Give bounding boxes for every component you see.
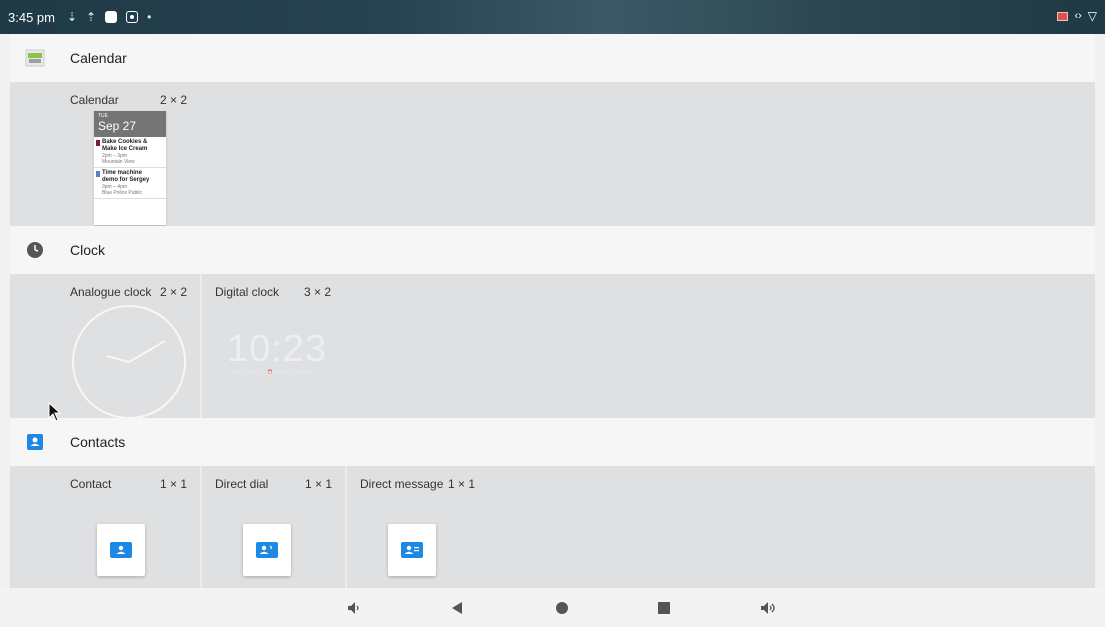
widget-name: Calendar: [70, 93, 119, 107]
upload-icon: ⇡: [86, 10, 97, 24]
widget-size: 1 × 1: [305, 477, 333, 491]
home-button[interactable]: [551, 598, 573, 618]
download-icon: ⇣: [66, 10, 78, 24]
digital-clock-subtext: TUE, MAR 27 ⏰ WED, 8:00 AM: [230, 369, 315, 374]
recents-icon: [658, 602, 670, 614]
widget-size: 2 × 2: [160, 285, 188, 299]
direct-message-widget[interactable]: Direct message 1 × 1: [347, 466, 497, 588]
contacts-section-header: Contacts: [10, 418, 1095, 466]
recents-button[interactable]: [653, 598, 675, 618]
direct-dial-widget[interactable]: Direct dial 1 × 1: [202, 466, 345, 588]
screen-record-icon: [126, 11, 139, 23]
clock-app-icon: [24, 239, 46, 261]
event-color-marker: [96, 171, 100, 177]
more-notifications-icon: •: [147, 10, 152, 24]
contacts-section-title: Contacts: [70, 434, 126, 450]
volume-down-icon: [348, 602, 359, 614]
calendar-widget[interactable]: Calendar 2 × 2 TUE Sep 27 Bake Cookies &…: [10, 82, 200, 226]
app-notification-icon: [105, 11, 118, 23]
clock-section-title: Clock: [70, 242, 106, 258]
direct-dial-widget-preview: [243, 524, 291, 576]
widget-name: Direct message: [360, 477, 444, 491]
mouse-pointer-icon: [48, 402, 62, 422]
calendar-section-header: Calendar: [10, 34, 1095, 82]
widget-size: 1 × 1: [160, 477, 188, 491]
widget-name: Analogue clock: [70, 285, 152, 299]
home-icon: [556, 602, 568, 614]
widget-name: Contact: [70, 477, 112, 491]
contacts-widgets-panel: Contact 1 × 1 Direct dial 1 × 1 Direct m…: [10, 466, 1095, 588]
status-time: 3:45 pm: [8, 9, 55, 25]
status-bar: 3:45 pm ⇣ ⇡ • ‹› ▽: [0, 0, 1105, 34]
cast-icon: [1057, 11, 1069, 21]
widget-size: 1 × 1: [448, 477, 476, 491]
widget-name: Direct dial: [215, 477, 269, 491]
back-icon: [452, 602, 462, 614]
contact-widget[interactable]: Contact 1 × 1: [10, 466, 200, 588]
volume-up-button[interactable]: [758, 598, 780, 618]
clock-widgets-panel: Analogue clock 2 × 2 Digital clock 3 × 2…: [10, 274, 1095, 419]
navigation-bar: [0, 588, 1105, 627]
clock-section-header: Clock: [10, 226, 1095, 274]
preview-date: Sep 27: [98, 119, 137, 133]
volume-up-icon: [761, 602, 775, 614]
volume-down-button[interactable]: [344, 598, 366, 618]
analogue-clock-widget[interactable]: Analogue clock 2 × 2: [10, 274, 200, 419]
direct-message-icon: [401, 542, 423, 558]
preview-event: Time machine demo for Sergey 3pm – 4pm B…: [94, 168, 166, 199]
direct-message-widget-preview: [388, 524, 436, 576]
analogue-clock-preview: [72, 305, 186, 419]
calendar-widgets-panel: Calendar 2 × 2 TUE Sep 27 Bake Cookies &…: [10, 82, 1095, 226]
widget-size: 2 × 2: [160, 93, 188, 107]
contact-card-icon: [110, 542, 132, 558]
calendar-widget-preview: TUE Sep 27 Bake Cookies & Make Ice Cream…: [94, 111, 166, 225]
contacts-app-icon: [24, 431, 46, 453]
calendar-section-title: Calendar: [70, 50, 127, 66]
direct-dial-icon: [256, 542, 278, 558]
calendar-app-icon: [24, 47, 46, 69]
back-button[interactable]: [446, 598, 468, 618]
digital-clock-time: 10:23: [227, 328, 328, 370]
widget-name: Digital clock: [215, 285, 280, 299]
widget-size: 3 × 2: [304, 285, 332, 299]
wifi-icon: ▽: [1087, 9, 1097, 23]
data-sync-icon: ‹›: [1074, 10, 1082, 22]
preview-event: Bake Cookies & Make Ice Cream 2pm – 3pm …: [94, 137, 166, 168]
event-color-marker: [96, 140, 100, 146]
contact-widget-preview: [97, 524, 145, 576]
